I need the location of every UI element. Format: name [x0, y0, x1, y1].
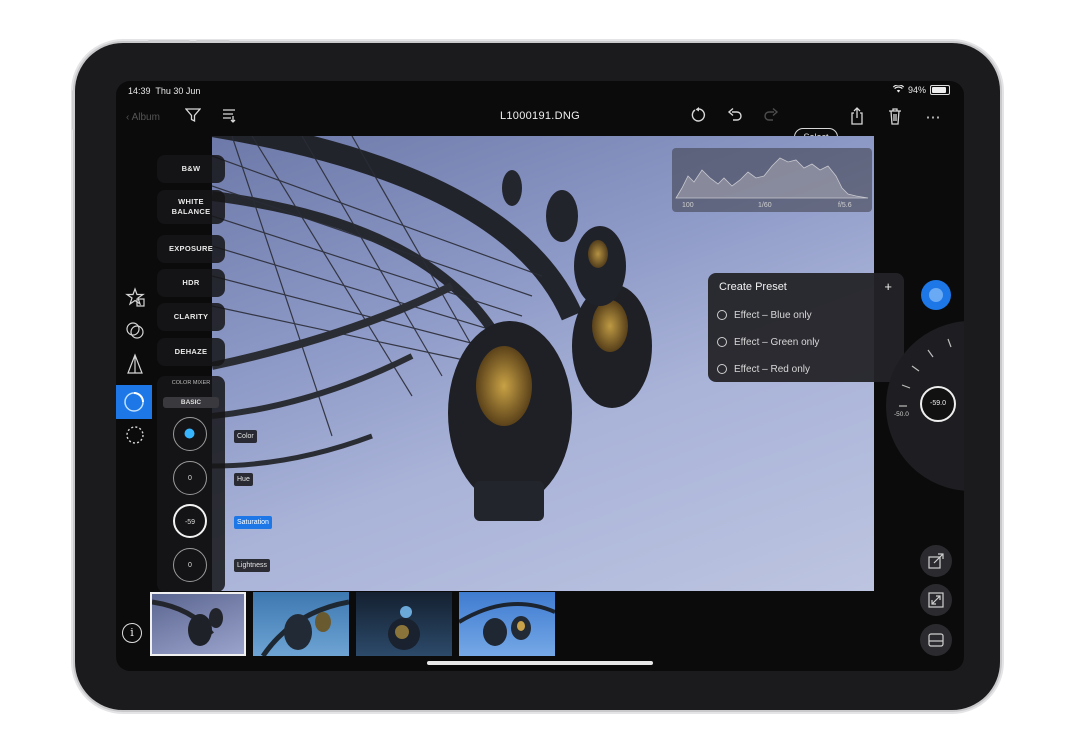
status-bar: 14:39 Thu 30 Jun 94% [116, 81, 964, 101]
preset-menu-title: Create Preset [719, 281, 787, 293]
color-label: Color [234, 430, 257, 443]
radio-icon [717, 364, 727, 374]
thumb-image [260, 599, 350, 658]
color-mixer-title: COLOR MIXER [171, 380, 211, 386]
redo-icon[interactable] [760, 107, 782, 129]
color-mixer-panel: COLOR MIXER BASIC 0 -59 0 [157, 376, 225, 592]
saturation-dial[interactable]: -59 [173, 504, 207, 538]
color-tool-button[interactable] [116, 385, 152, 419]
filter-icon[interactable] [182, 107, 204, 129]
perspective-icon[interactable] [122, 353, 148, 379]
shutter-value: 1/60 [758, 202, 772, 209]
radio-icon [717, 310, 727, 320]
preset-item-blue[interactable]: Effect – Blue only [717, 308, 812, 322]
presets-icon[interactable] [122, 286, 148, 312]
adjustment-bw-button[interactable]: B&W [157, 155, 225, 183]
color-circles-icon[interactable] [122, 319, 148, 345]
trash-icon[interactable] [884, 107, 906, 129]
wheel-value[interactable]: -59.0 [920, 386, 956, 422]
color-mixer-tab-basic[interactable]: BASIC [163, 397, 219, 408]
sort-icon[interactable] [218, 107, 240, 129]
lightness-dial[interactable]: 0 [173, 548, 207, 582]
adjustment-exposure-button[interactable]: EXPOSURE [157, 235, 225, 263]
battery-percent: 94% [907, 85, 926, 95]
status-right: 94% [892, 84, 950, 95]
top-button [72, 90, 75, 130]
adjustment-hdr-button[interactable]: HDR [157, 269, 225, 297]
saturation-label: Saturation [234, 516, 272, 529]
vignette-icon[interactable] [122, 424, 148, 450]
lightness-label: Lightness [234, 559, 270, 572]
export-icon[interactable] [920, 545, 952, 577]
wheel-tick-label: -50.0 [894, 411, 909, 418]
volume-button [196, 40, 230, 43]
adjustment-dehaze-button[interactable]: DEHAZE [157, 338, 225, 366]
status-time: 14:39 Thu 30 Jun [128, 86, 201, 96]
info-button[interactable]: i [122, 623, 142, 643]
volume-button [148, 40, 190, 43]
hue-dial[interactable]: 0 [173, 461, 207, 495]
thumb-image [151, 599, 223, 646]
adjustment-white-balance-button[interactable]: WHITE BALANCE [157, 190, 225, 224]
color-picker-button[interactable] [921, 280, 951, 310]
share-icon[interactable] [846, 107, 868, 129]
filmstrip-thumb[interactable] [457, 592, 556, 656]
radio-icon [717, 337, 727, 347]
iso-value: 100 [682, 202, 694, 209]
preset-item-red[interactable]: Effect – Red only [717, 362, 810, 376]
aperture-value: f/5.6 [838, 202, 852, 209]
more-icon[interactable]: ⋯ [922, 107, 944, 129]
compare-icon[interactable] [920, 584, 952, 616]
back-button[interactable]: ‹ Album [126, 107, 174, 129]
home-indicator [427, 661, 653, 665]
undo-icon[interactable] [724, 107, 746, 129]
preset-menu: Create Preset + Effect – Blue only Effec… [708, 273, 904, 382]
color-swatch-icon [184, 428, 195, 439]
histogram-graph [675, 157, 869, 199]
add-preset-button[interactable]: + [884, 279, 892, 294]
wifi-icon [892, 84, 905, 95]
preset-item-green[interactable]: Effect – Green only [717, 335, 819, 349]
filmstrip-toggle-icon[interactable] [920, 624, 952, 656]
filmstrip-thumb[interactable] [150, 592, 246, 656]
file-title: L1000191.DNG [499, 110, 581, 122]
filmstrip [150, 592, 556, 658]
color-dial[interactable] [173, 417, 207, 451]
adjustment-clarity-button[interactable]: CLARITY [157, 303, 225, 331]
filmstrip-thumb[interactable] [253, 592, 350, 658]
app-screen: 14:39 Thu 30 Jun 94% ‹ Album Select [116, 81, 964, 671]
thumb-image [457, 602, 556, 646]
thumb-image [388, 606, 420, 650]
filmstrip-thumb[interactable] [356, 592, 452, 656]
hue-label: Hue [234, 473, 253, 486]
battery-icon [930, 85, 950, 95]
color-wheel-icon [124, 392, 144, 412]
revert-icon[interactable] [688, 107, 710, 129]
